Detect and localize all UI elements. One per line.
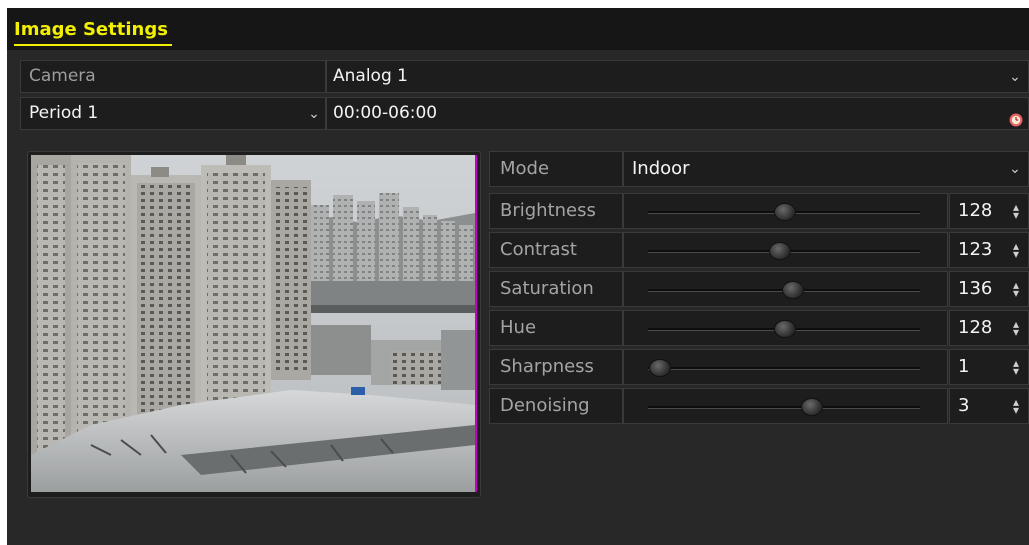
chevron-down-icon: ⌄: [1009, 69, 1021, 85]
brightness-slider[interactable]: [623, 193, 948, 229]
spinner-arrows-icon[interactable]: ▴ ▾: [1010, 240, 1022, 260]
denoising-label: Denoising: [489, 388, 623, 424]
hue-label: Hue: [489, 310, 623, 346]
mode-select-value: Indoor: [632, 158, 690, 179]
contrast-value: 123: [958, 239, 993, 260]
time-range-field[interactable]: 00:00-06:00: [326, 97, 1029, 130]
hue-value-field[interactable]: 128 ▴ ▾: [949, 310, 1029, 346]
sharpness-value: 1: [958, 356, 970, 377]
spinner-arrows-icon[interactable]: ▴ ▾: [1010, 279, 1022, 299]
clock-icon[interactable]: [1009, 107, 1023, 127]
contrast-slider[interactable]: [623, 232, 948, 268]
image-settings-window: Image Settings Camera Analog 1 ⌄ Period …: [7, 8, 1029, 545]
period-select-value: Period 1: [29, 103, 99, 123]
brightness-label: Brightness: [489, 193, 623, 229]
adjustment-panel: Mode Indoor ⌄ Brightness 128 ▴ ▾ Contrast 123…: [489, 151, 1029, 426]
slider-handle[interactable]: [768, 242, 791, 260]
setting-row-sharpness: Sharpness 1 ▴ ▾: [489, 349, 1029, 385]
hue-slider[interactable]: [623, 310, 948, 346]
camera-preview-image: [31, 155, 477, 492]
setting-row-denoising: Denoising 3 ▴ ▾: [489, 388, 1029, 424]
slider-handle[interactable]: [801, 398, 824, 416]
camera-select-value: Analog 1: [333, 66, 408, 86]
spinner-arrows-icon[interactable]: ▴ ▾: [1010, 357, 1022, 377]
denoising-slider[interactable]: [623, 388, 948, 424]
sharpness-value-field[interactable]: 1 ▴ ▾: [949, 349, 1029, 385]
mode-row: Mode Indoor ⌄: [489, 151, 1029, 187]
saturation-slider[interactable]: [623, 271, 948, 307]
slider-rail: [648, 367, 920, 370]
saturation-value: 136: [958, 278, 993, 299]
chevron-down-icon: ⌄: [1009, 161, 1021, 177]
mode-select[interactable]: Indoor ⌄: [623, 151, 1029, 187]
camera-row: Camera Analog 1 ⌄: [20, 60, 1029, 93]
slider-handle[interactable]: [648, 359, 671, 377]
setting-row-brightness: Brightness 128 ▴ ▾: [489, 193, 1029, 229]
setting-row-saturation: Saturation 136 ▴ ▾: [489, 271, 1029, 307]
setting-row-hue: Hue 128 ▴ ▾: [489, 310, 1029, 346]
contrast-label: Contrast: [489, 232, 623, 268]
period-select[interactable]: Period 1 ⌄: [20, 97, 326, 130]
setting-row-contrast: Contrast 123 ▴ ▾: [489, 232, 1029, 268]
contrast-value-field[interactable]: 123 ▴ ▾: [949, 232, 1029, 268]
time-range-value: 00:00-06:00: [333, 103, 438, 123]
title-bar: Image Settings: [7, 8, 1029, 50]
sharpness-slider[interactable]: [623, 349, 948, 385]
camera-select[interactable]: Analog 1 ⌄: [326, 60, 1029, 93]
spinner-arrows-icon[interactable]: ▴ ▾: [1010, 201, 1022, 221]
spinner-arrows-icon[interactable]: ▴ ▾: [1010, 318, 1022, 338]
saturation-value-field[interactable]: 136 ▴ ▾: [949, 271, 1029, 307]
brightness-value-field[interactable]: 128 ▴ ▾: [949, 193, 1029, 229]
saturation-label: Saturation: [489, 271, 623, 307]
hue-value: 128: [958, 317, 993, 338]
slider-handle[interactable]: [774, 203, 796, 221]
denoising-value-field[interactable]: 3 ▴ ▾: [949, 388, 1029, 424]
slider-handle[interactable]: [782, 281, 805, 299]
window-title: Image Settings: [14, 19, 172, 46]
sharpness-label: Sharpness: [489, 349, 623, 385]
spinner-arrows-icon[interactable]: ▴ ▾: [1010, 396, 1022, 416]
camera-label: Camera: [20, 60, 326, 93]
slider-rail: [648, 406, 920, 409]
period-row: Period 1 ⌄ 00:00-06:00: [20, 97, 1029, 130]
denoising-value: 3: [958, 395, 970, 416]
brightness-value: 128: [958, 200, 993, 221]
chevron-down-icon: ⌄: [308, 106, 320, 122]
slider-handle[interactable]: [774, 320, 796, 338]
mode-label: Mode: [489, 151, 623, 187]
